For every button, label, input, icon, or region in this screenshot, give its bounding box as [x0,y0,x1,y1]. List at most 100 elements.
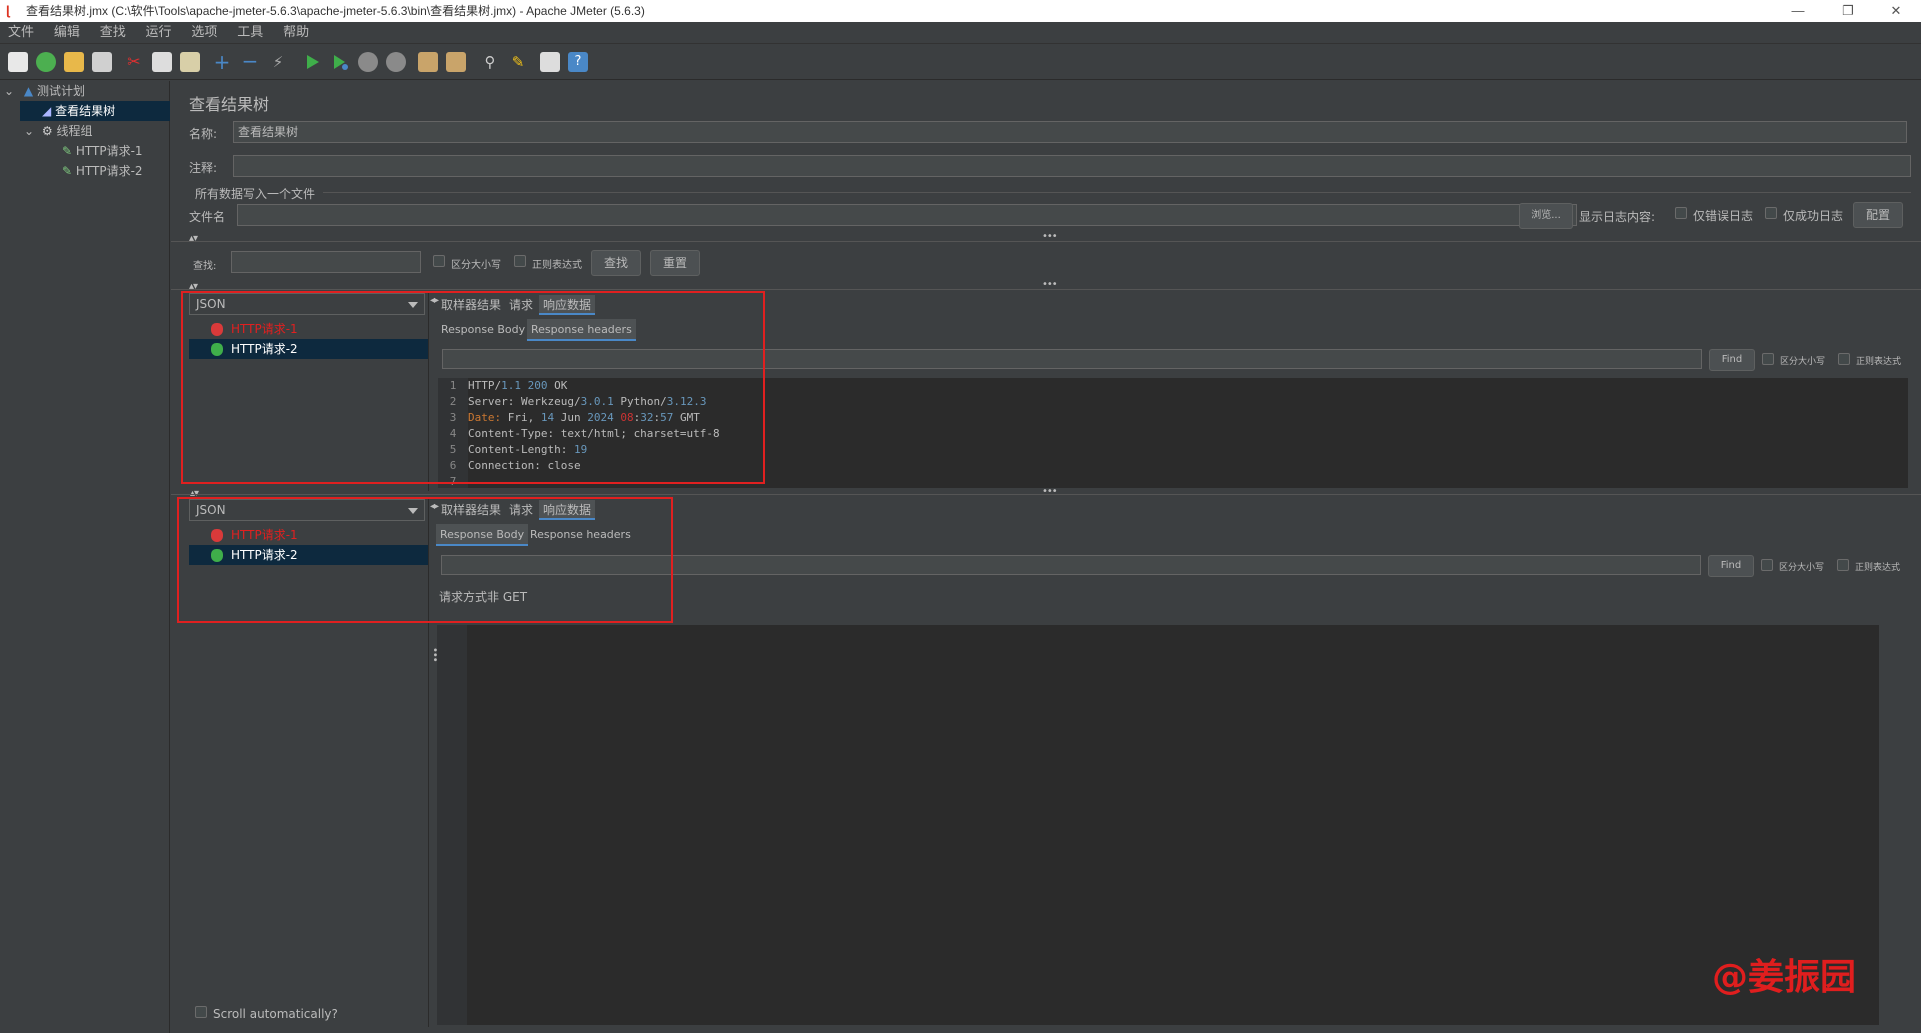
comment-label: 注释: [189,161,218,175]
result-item-http1[interactable]: HTTP请求-1 [189,525,429,545]
tab-sampler-result[interactable]: 取样器结果 [437,295,505,315]
function-helper-icon[interactable] [540,52,560,72]
comment-input[interactable] [233,155,1911,177]
cut-icon[interactable]: ✂ [124,52,144,72]
menu-bar: 文件 编辑 查找 运行 选项 工具 帮助 [0,22,1921,44]
search-label: 查找: [193,261,217,272]
regex-checkbox[interactable] [1837,559,1849,571]
tab-request[interactable]: 请求 [505,500,537,520]
code-line: Connection: close [468,459,581,472]
open-icon[interactable] [64,52,84,72]
toggle-icon[interactable]: ⚡ [268,52,288,72]
panel-splitter[interactable] [428,497,429,1027]
save-icon[interactable] [92,52,112,72]
regex-checkbox[interactable] [1838,353,1850,365]
new-icon[interactable] [8,52,28,72]
filename-label: 文件名 [189,210,226,224]
menu-file[interactable]: 文件 [0,22,42,44]
error-shield-icon [211,323,223,336]
search-input[interactable] [231,251,421,273]
subtab-response-headers[interactable]: Response headers [527,319,636,341]
response-body-area[interactable] [437,625,1879,1025]
paste-icon[interactable] [180,52,200,72]
panel-splitter[interactable] [428,291,429,491]
response-headers-code: 1 2 3 4 5 6 7 HTTP/1.1 200 OK Server: We… [438,378,1908,488]
regex-checkbox[interactable] [514,255,526,267]
templates-icon[interactable] [36,52,56,72]
subtab-response-headers[interactable]: Response headers [526,524,635,546]
stop-icon[interactable] [358,52,378,72]
name-input[interactable]: 查看结果树 [233,121,1907,143]
scroll-automatically-checkbox[interactable] [195,1006,207,1018]
tab-sampler-result[interactable]: 取样器结果 [437,500,505,520]
result-panel-2: JSON HTTP请求-1 HTTP请求-2 ◂▸ ••• 取样器结果 请求 响… [171,497,1921,1033]
renderer-dropdown[interactable]: JSON [189,293,425,315]
help-icon[interactable]: ? [568,52,588,72]
jmeter-logo-icon: ɭ [6,3,10,18]
collapse-icon[interactable]: − [240,51,260,72]
result-item-http1[interactable]: HTTP请求-1 [189,319,429,339]
configure-button[interactable]: 配置 [1853,202,1903,228]
toolbar: ✂ + − ⚡ ⚲ ✎ ? [0,44,1921,80]
find-input[interactable] [442,349,1702,369]
menu-run[interactable]: 运行 [138,22,180,44]
reset-search-icon[interactable]: ✎ [508,52,528,72]
sampler-pen-icon: ✎ [62,144,73,158]
collapse-arrows-icon[interactable]: ▴▾ [189,233,198,244]
splitter-handle-icon[interactable]: ••• [1042,486,1058,497]
tree-node-http2[interactable]: ✎ HTTP请求-2 [62,161,143,181]
find-button[interactable]: Find [1708,555,1754,577]
log-content-label: 显示日志内容: [1579,210,1656,224]
code-line: Content-Type: text/html; charset=utf-8 [468,427,720,440]
errors-only-checkbox[interactable] [1675,207,1687,219]
tree-node-test-plan[interactable]: ⌄ ▲ 测试计划 [4,81,85,101]
menu-tools[interactable]: 工具 [229,22,271,44]
watermark: @姜振园 [1712,957,1857,998]
case-sensitive-checkbox[interactable] [1761,559,1773,571]
subtab-response-body[interactable]: Response Body [436,524,529,546]
find-button[interactable]: Find [1709,349,1755,371]
success-only-checkbox[interactable] [1765,207,1777,219]
filename-input[interactable] [237,204,1577,226]
tab-request[interactable]: 请求 [505,295,537,315]
menu-help[interactable]: 帮助 [275,22,317,44]
regex-label: 正则表达式 [532,260,582,271]
subtab-response-body[interactable]: Response Body [437,319,529,341]
close-window-button[interactable]: ✕ [1873,0,1919,22]
search-icon[interactable]: ⚲ [480,52,500,72]
tab-response-data[interactable]: 响应数据 [539,500,596,520]
tab-response-data[interactable]: 响应数据 [539,295,596,315]
shutdown-icon[interactable] [386,52,406,72]
case-sensitive-label: 区分大小写 [1779,563,1825,573]
code-line: Server: Werkzeug/3.0.1 Python/3.12.3 [468,395,707,408]
chevron-down-icon[interactable]: ⌄ [4,84,14,98]
expand-icon[interactable]: + [212,52,232,72]
chevron-down-icon[interactable]: ⌄ [24,124,34,138]
error-shield-icon [211,529,223,542]
reset-button[interactable]: 重置 [650,250,700,276]
start-no-pauses-icon[interactable] [330,52,350,72]
renderer-dropdown[interactable]: JSON [189,499,425,521]
menu-search[interactable]: 查找 [92,22,134,44]
menu-options[interactable]: 选项 [183,22,225,44]
find-input[interactable] [441,555,1701,575]
scroll-automatically-label: Scroll automatically? [213,1007,338,1021]
result-item-http2[interactable]: HTTP请求-2 [189,339,429,359]
clear-all-icon[interactable] [446,52,466,72]
case-sensitive-checkbox[interactable] [1762,353,1774,365]
case-sensitive-checkbox[interactable] [433,255,445,267]
start-icon[interactable] [302,52,322,72]
clear-icon[interactable] [418,52,438,72]
tree-node-thread-group[interactable]: ⌄ ⚙ 线程组 [24,121,93,141]
copy-icon[interactable] [152,52,172,72]
minimize-button[interactable]: — [1775,0,1821,22]
tree-node-view-results-tree[interactable]: ◢ 查看结果树 [20,101,170,121]
errors-only-label: 仅错误日志 [1693,209,1754,223]
menu-edit[interactable]: 编辑 [46,22,88,44]
browse-button[interactable]: 浏览... [1519,203,1573,229]
line-number-gutter [437,625,467,1025]
tree-node-http1[interactable]: ✎ HTTP请求-1 [62,141,143,161]
result-item-http2[interactable]: HTTP请求-2 [189,545,429,565]
maximize-button[interactable]: ❐ [1825,0,1871,22]
search-button[interactable]: 查找 [591,250,641,276]
